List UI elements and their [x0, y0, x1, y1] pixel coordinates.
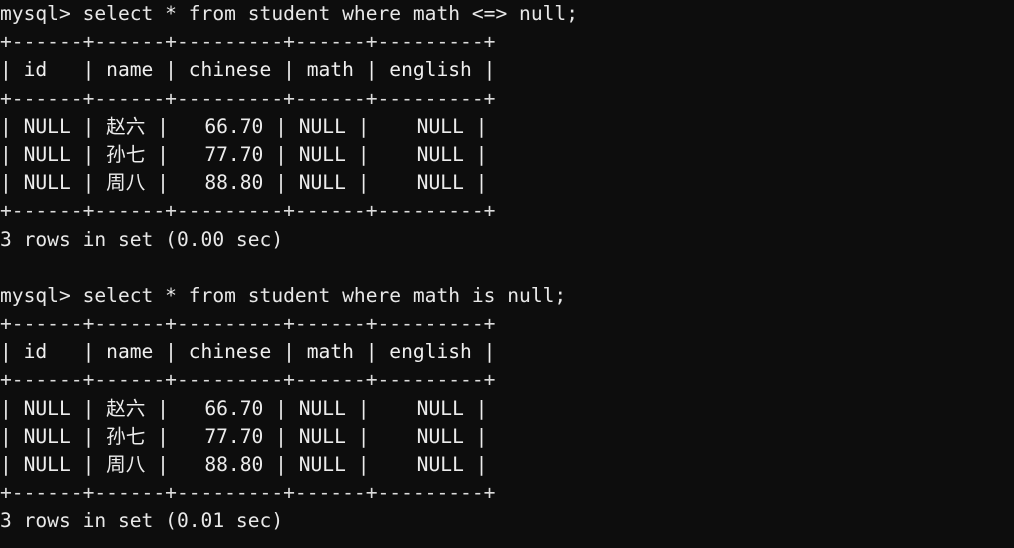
table-row: | NULL | 孙七 | 77.70 | NULL | NULL | [0, 142, 488, 166]
table-row: | NULL | 周八 | 88.80 | NULL | NULL | [0, 453, 488, 476]
table-separator-top-1: +------+------+---------+------+--------… [0, 30, 496, 54]
command-prompt-line-2: mysql> select * from student where math … [0, 283, 567, 307]
result-status-line-1: 3 rows in set (0.00 sec) [0, 227, 284, 251]
table-separator-header-1: +------+------+---------+------+--------… [0, 86, 496, 110]
table-header-row-1: | id | name | chinese | math | english | [0, 58, 496, 82]
command-prompt-line-1: mysql> select * from student where math … [0, 2, 579, 25]
terminal-window[interactable]: mysql> select * from student where math … [0, 0, 1014, 548]
blank-line-separator [0, 254, 1014, 282]
table-row: | NULL | 孙七 | 77.70 | NULL | NULL | [0, 424, 488, 448]
table-row: | NULL | 周八 | 88.80 | NULL | NULL | [0, 171, 488, 195]
table-separator-bottom-2: +------+------+---------+------+--------… [0, 481, 496, 505]
result-status-line-2: 3 rows in set (0.01 sec) [0, 509, 284, 533]
table-row: | NULL | 赵六 | 66.70 | NULL | NULL | [0, 114, 488, 138]
table-separator-top-2: +------+------+---------+------+--------… [0, 312, 496, 336]
table-row: | NULL | 赵六 | 66.70 | NULL | NULL | [0, 396, 488, 420]
table-separator-bottom-1: +------+------+---------+------+--------… [0, 199, 496, 223]
table-separator-header-2: +------+------+---------+------+--------… [0, 368, 496, 392]
table-header-row-2: | id | name | chinese | math | english | [0, 340, 496, 364]
